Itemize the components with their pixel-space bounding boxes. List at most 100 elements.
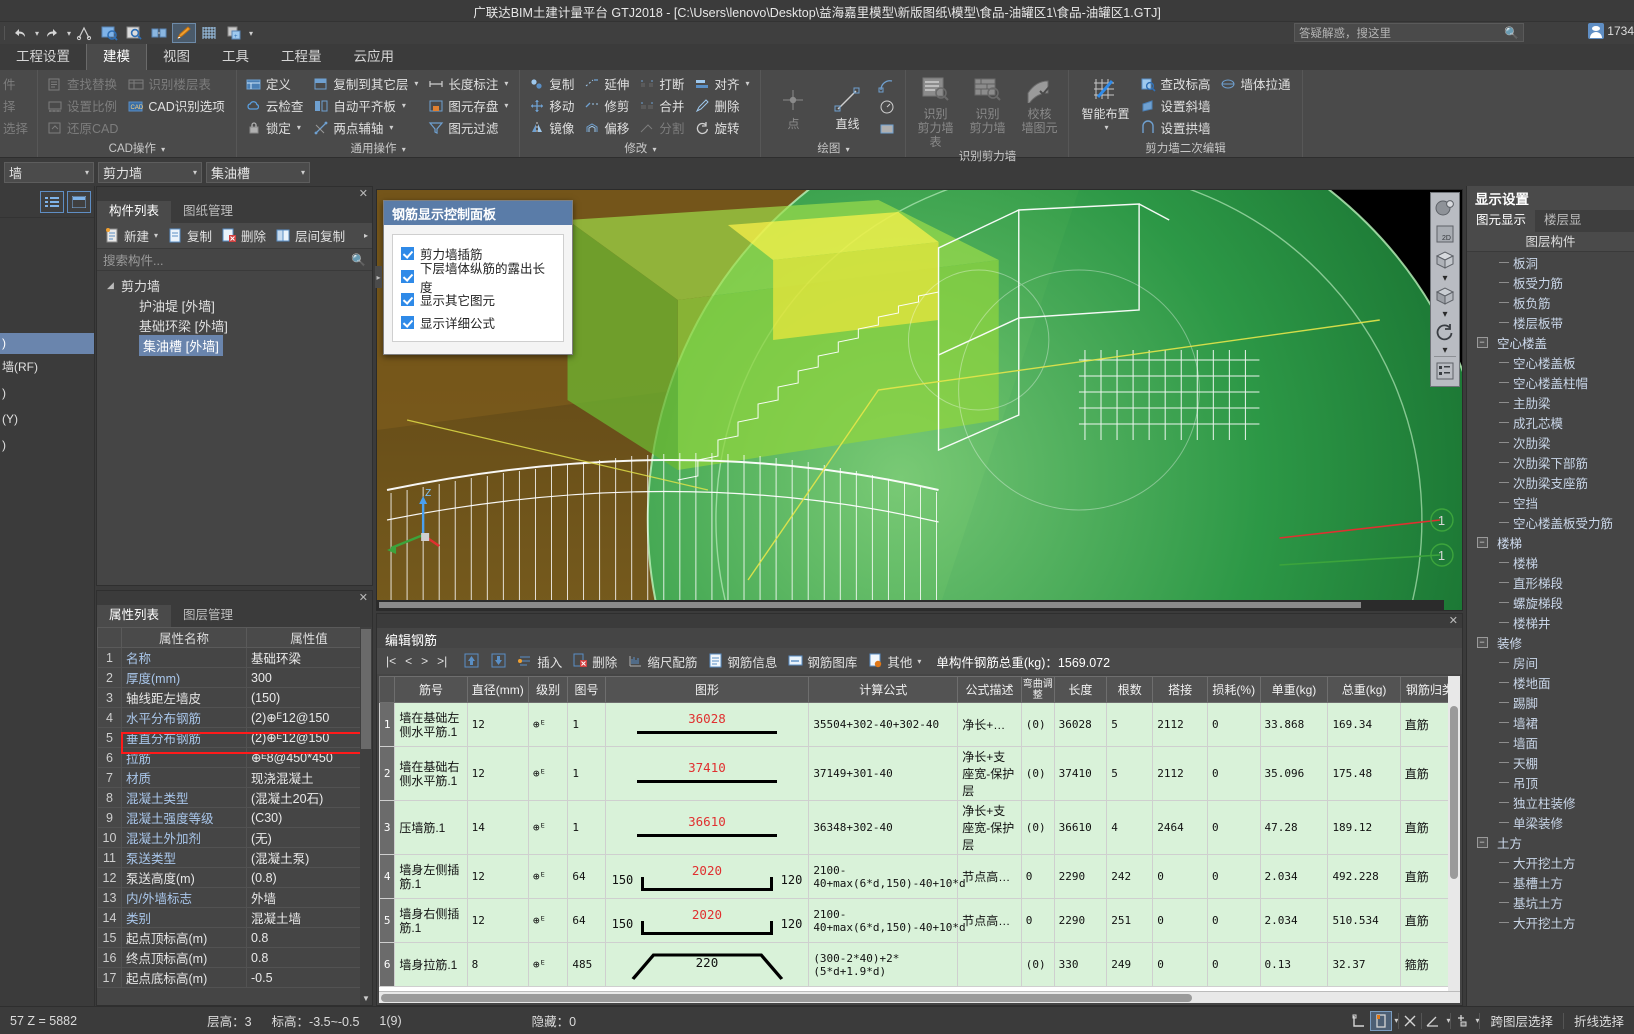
ribbon-item-set-slope-wall[interactable]: 设置斜墙 xyxy=(1137,95,1215,116)
chevron-down-icon[interactable]: ▾ xyxy=(193,168,197,177)
rebar-formula-desc[interactable]: 净长+… xyxy=(957,702,1022,747)
export-icon[interactable]: + xyxy=(222,23,246,43)
col-total-weight[interactable]: 总重(kg) xyxy=(1327,676,1401,703)
delete-component-button[interactable]: 删除 xyxy=(218,224,270,247)
table-row[interactable]: 17 起点底标高(m) -0.5 xyxy=(97,967,372,988)
property-value[interactable]: 300 xyxy=(246,667,372,688)
viewport-hscrollbar[interactable] xyxy=(377,600,1444,610)
ribbon-item-extend[interactable]: 延伸 xyxy=(581,73,634,94)
col-shape[interactable]: 图形 xyxy=(604,676,810,703)
table-row[interactable]: 16 终点顶标高(m) 0.8 xyxy=(97,947,372,968)
chevron-down-icon[interactable]: ▾ xyxy=(161,145,165,154)
col-figure-no[interactable]: 图号 xyxy=(567,676,606,703)
ribbon-item-identify-wall-table[interactable]: 识别 剪力墙表 xyxy=(912,73,958,149)
table-row[interactable]: 6 墙身拉筋.1 8 ⊕ᴱ 485 220 (300-2*40)+2*(5*d+1.9*d)… xyxy=(379,942,1460,987)
qat-more-icon[interactable]: ▾ xyxy=(249,29,253,38)
property-value[interactable]: (C30) xyxy=(246,807,372,828)
rebar-formula-desc[interactable]: 净长+支座宽-保护层 xyxy=(957,746,1022,801)
table-row[interactable]: 8 混凝土类型 (混凝土20石) xyxy=(97,787,372,808)
rebar-bend-adjust[interactable]: 0 xyxy=(1020,898,1055,943)
ribbon-item-find-replace[interactable]: 查找替换 xyxy=(44,73,123,94)
rebar-diameter[interactable]: 14 xyxy=(466,800,529,855)
ribbon-item-rotate[interactable]: 旋转 xyxy=(691,117,754,138)
cross-layer-select-button[interactable]: 跨图层选择 xyxy=(1480,1011,1563,1030)
move-up-button[interactable] xyxy=(460,651,484,671)
rebar-lap[interactable]: 2464 xyxy=(1152,800,1208,855)
ribbon-item-mirror[interactable]: 镜像 xyxy=(526,117,579,138)
checkbox-icon[interactable] xyxy=(401,293,414,306)
list-item[interactable]: ) xyxy=(0,333,94,354)
component-search[interactable]: 搜索构件... 🔍 xyxy=(97,249,372,271)
layer-item-row[interactable]: 次肋梁 xyxy=(1467,432,1634,452)
layer-item-row[interactable]: 吊顶 xyxy=(1467,772,1634,792)
chevron-down-icon[interactable]: ▾ xyxy=(154,231,158,240)
chevron-down-icon[interactable]: ▾ xyxy=(745,79,749,88)
rebar-info-button[interactable]: 钢筋信息 xyxy=(704,650,781,673)
rebar-display-dialog[interactable]: 钢筋显示控制面板 剪力墙插筋 下层墙体纵筋的露出长度 显示其它图元 显示详细公式 xyxy=(383,200,573,355)
layer-item-row[interactable]: 单梁装修 xyxy=(1467,812,1634,832)
property-value[interactable]: 0.8 xyxy=(246,927,372,948)
property-value[interactable]: (0.8) xyxy=(246,867,372,888)
rebar-no[interactable]: 墙身左侧插筋.1 xyxy=(394,854,468,899)
ribbon-item-point[interactable]: 点 xyxy=(767,83,819,131)
layer-item-row[interactable]: 板洞 xyxy=(1467,252,1634,272)
chevron-down-icon[interactable]: ▾ xyxy=(402,101,406,110)
layer-item-row[interactable]: 基坑土方 xyxy=(1467,892,1634,912)
layer-item-row[interactable]: 空心楼盖柱帽 xyxy=(1467,372,1634,392)
scale-rebar-button[interactable]: 缩尺配筋 xyxy=(624,650,701,673)
layer-group-row[interactable]: − 空心楼盖 xyxy=(1467,332,1634,352)
rebar-formula[interactable]: 36348+302-40 xyxy=(808,800,959,855)
other-button[interactable]: 其他 ▾ xyxy=(864,650,925,673)
properties-scrollbar[interactable]: ▼ xyxy=(360,627,372,1005)
list-item[interactable]: ) xyxy=(0,380,94,406)
ribbon-item-identify-floor-table[interactable]: 识别楼层表 xyxy=(125,73,229,94)
rebar-table-hscrollbar[interactable] xyxy=(379,991,1460,1003)
rebar-formula[interactable]: 37149+301-40 xyxy=(808,746,959,801)
delete-button[interactable]: 删除 xyxy=(569,650,621,673)
rebar-total-weight[interactable]: 169.34 xyxy=(1327,702,1401,747)
tree-node-shear-wall[interactable]: ◢ 剪力墙 xyxy=(97,275,372,295)
layer-item-row[interactable]: 楼梯井 xyxy=(1467,612,1634,632)
ribbon-item-element-filter[interactable]: 图元过滤 xyxy=(425,117,513,138)
ribbon-item-cad-identify-options[interactable]: CAD CAD识别选项 xyxy=(125,95,229,116)
ribbon-item-set-scale[interactable]: 设置比例 xyxy=(44,95,123,116)
table-row[interactable]: 4 水平分布钢筋 (2)⊕ᴱ12@150 xyxy=(97,707,372,728)
rebar-loss[interactable]: 0 xyxy=(1206,854,1261,899)
table-row[interactable]: 14 类别 混凝土墙 xyxy=(97,907,372,928)
col-count[interactable]: 根数 xyxy=(1106,676,1154,703)
layer-item-row[interactable]: 螺旋梯段 xyxy=(1467,592,1634,612)
rebar-unit-weight[interactable]: 2.034 xyxy=(1259,898,1329,943)
first-record-button[interactable]: |< xyxy=(383,653,399,669)
table-row[interactable]: 5 墙身右侧插筋.1 12 ⊕ᴱ 64 150 2020 120 2100-40+max(6*d… xyxy=(379,898,1460,943)
layer-item-row[interactable]: 独立柱装修 xyxy=(1467,792,1634,812)
redo-caret-icon[interactable]: ▾ xyxy=(67,29,71,38)
rebar-grade[interactable]: ⊕ᴱ xyxy=(527,854,569,899)
rebar-count[interactable]: 5 xyxy=(1106,746,1154,801)
col-formula[interactable]: 计算公式 xyxy=(808,676,959,703)
property-value[interactable]: (150) xyxy=(246,687,372,708)
rebar-diameter[interactable]: 8 xyxy=(466,942,529,987)
rebar-lap[interactable]: 0 xyxy=(1152,942,1208,987)
rebar-count[interactable]: 4 xyxy=(1106,800,1154,855)
layer-copy-button[interactable]: 层间复制 xyxy=(272,224,349,247)
box-top-icon[interactable] xyxy=(1433,248,1457,272)
rebar-grade[interactable]: ⊕ᴱ xyxy=(527,942,569,987)
rebar-total-weight[interactable]: 492.228 xyxy=(1327,854,1401,899)
tree-item-oil-dike[interactable]: 护油堤 [外墙] xyxy=(97,295,372,315)
layer-item-row[interactable]: 直形梯段 xyxy=(1467,572,1634,592)
collapse-icon[interactable]: − xyxy=(1476,836,1488,848)
layer-item-row[interactable]: 次肋梁下部筋 xyxy=(1467,452,1634,472)
rebar-grade[interactable]: ⊕ᴱ xyxy=(527,746,569,801)
rebar-formula-desc[interactable]: 净长+支座宽-保护层 xyxy=(957,800,1022,855)
layer-item-row[interactable]: 空挡 xyxy=(1467,492,1634,512)
ortho-icon[interactable] xyxy=(1370,1010,1393,1031)
rebar-formula[interactable]: (300-2*40)+2*(5*d+1.9*d) xyxy=(808,942,959,987)
property-value[interactable]: 现浇混凝土 xyxy=(246,767,372,788)
property-value[interactable]: (无) xyxy=(246,827,372,848)
ribbon-item-define[interactable]: 定义 xyxy=(243,73,309,94)
layer-item-row[interactable]: 踢脚 xyxy=(1467,692,1634,712)
ribbon-item-trim[interactable]: 修剪 xyxy=(581,95,634,116)
property-value[interactable]: (2)⊕ᴱ12@150 xyxy=(246,727,372,748)
ribbon-item-check-elevation[interactable]: 查改标高 xyxy=(1137,73,1215,94)
view-navigation-toolbar[interactable]: 2D ▾ ▾ ▾ xyxy=(1430,192,1460,387)
